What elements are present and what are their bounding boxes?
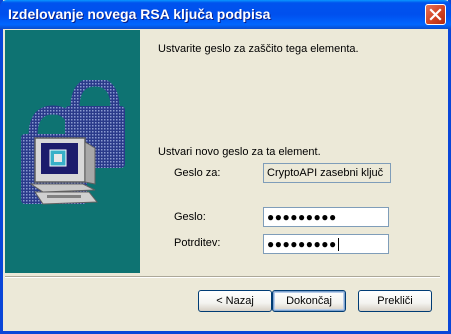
close-button[interactable]	[425, 4, 446, 25]
confirm-password-value: ●●●●●●●●●	[267, 237, 337, 251]
close-icon	[429, 8, 442, 21]
back-button[interactable]: < Nazaj	[198, 290, 272, 312]
confirm-password-input[interactable]: ●●●●●●●●●	[263, 234, 389, 254]
text-caret	[337, 238, 339, 252]
computer-lock-icon	[21, 80, 125, 205]
title-bar[interactable]: Izdelovanje novega RSA ključa podpisa	[0, 0, 451, 29]
finish-button[interactable]: Dokončaj	[272, 290, 346, 312]
cancel-button[interactable]: Prekliči	[358, 290, 432, 312]
window-title: Izdelovanje novega RSA ključa podpisa	[8, 6, 271, 22]
password-input[interactable]: ●●●●●●●●●	[263, 207, 389, 227]
password-for-label: Geslo za:	[174, 167, 221, 179]
button-separator	[5, 276, 440, 278]
password-for-field: CryptoAPI zasebni ključ	[263, 163, 391, 183]
subheading-text: Ustvari novo geslo za ta element.	[158, 146, 321, 158]
intro-text: Ustvarite geslo za zaščito tega elementa…	[158, 43, 359, 55]
confirm-password-label: Potrditev:	[174, 237, 221, 249]
password-label: Geslo:	[174, 211, 206, 223]
wizard-side-panel	[5, 30, 140, 273]
wizard-content: Ustvarite geslo za zaščito tega elementa…	[140, 30, 442, 273]
